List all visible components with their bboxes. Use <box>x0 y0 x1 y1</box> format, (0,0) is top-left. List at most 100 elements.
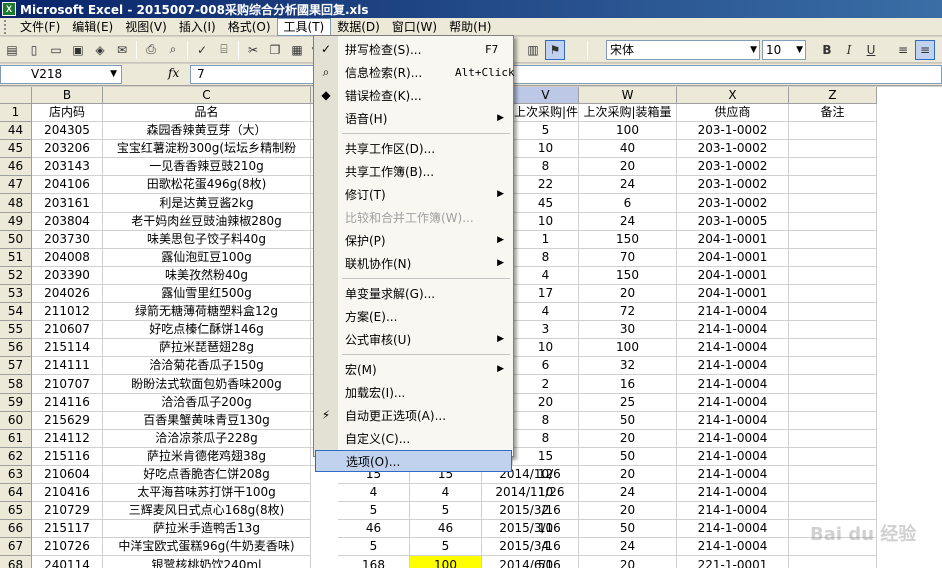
select-all-corner[interactable] <box>0 87 32 104</box>
cell-w[interactable]: 100 <box>579 339 677 357</box>
cell-w[interactable]: 6 <box>579 194 677 213</box>
cell-z[interactable] <box>789 140 877 158</box>
header-cell-b[interactable]: 店内码 <box>32 104 103 122</box>
drawing-icon[interactable]: ⚑ <box>545 40 565 60</box>
cell-c[interactable]: 太平海苔味苏打饼干100g <box>103 484 311 502</box>
cell-c[interactable]: 宝宝红薯淀粉300g(坛坛乡精制粉 <box>103 140 311 158</box>
cell-x[interactable]: 214-1-0004 <box>677 303 789 321</box>
print-icon[interactable]: ⎙ <box>141 40 161 60</box>
cut-icon[interactable]: ✂ <box>243 40 263 60</box>
cell-w[interactable]: 20 <box>579 285 677 303</box>
cell-c[interactable]: 好吃点香脆杏仁饼208g <box>103 466 311 484</box>
cell-z[interactable] <box>789 375 877 394</box>
tools-menu-item-2[interactable]: ⌕ 信息检索(R)... Alt+Click <box>315 61 515 83</box>
menu-3[interactable]: 视图(V) <box>119 18 173 36</box>
insert-function-icon[interactable]: fx <box>168 66 179 80</box>
row-header[interactable]: 59 <box>0 394 32 412</box>
cell-v[interactable]: 1 <box>513 231 579 249</box>
cell-r[interactable]: 5 <box>338 538 410 556</box>
cell-v[interactable]: 4 <box>513 303 579 321</box>
tools-menu-item-8[interactable]: 修订(T) ▶ <box>315 183 512 205</box>
row-header[interactable]: 50 <box>0 231 32 249</box>
cell-w[interactable]: 24 <box>579 538 677 556</box>
menu-6[interactable]: 工具(T) <box>276 17 332 36</box>
row-header[interactable]: 65 <box>0 502 32 520</box>
column-header-v[interactable]: V <box>513 87 579 104</box>
cell-c[interactable]: 百香果蟹黄味青豆130g <box>103 412 311 430</box>
cell-s[interactable]: 5 <box>410 502 482 520</box>
menu-4[interactable]: 插入(I) <box>173 18 222 36</box>
cell-b[interactable]: 210729 <box>32 502 103 520</box>
cell-v[interactable]: 4 <box>513 267 579 285</box>
cell-b[interactable]: 203143 <box>32 158 103 176</box>
cell-c[interactable]: 三辉麦风日式点心168g(8枚) <box>103 502 311 520</box>
chart-wizard-icon[interactable]: ▥ <box>523 40 543 60</box>
cell-z[interactable] <box>789 412 877 430</box>
tools-menu-item-11[interactable]: 联机协作(N) ▶ <box>315 252 512 274</box>
cell-s[interactable]: 5 <box>410 538 482 556</box>
row-header[interactable]: 47 <box>0 176 32 194</box>
cell-x[interactable]: 214-1-0004 <box>677 466 789 484</box>
menu-9[interactable]: 帮助(H) <box>443 18 497 36</box>
cell-b[interactable]: 203804 <box>32 213 103 231</box>
cell-x[interactable]: 214-1-0004 <box>677 412 789 430</box>
row-header[interactable]: 62 <box>0 448 32 466</box>
cell-x[interactable]: 221-1-0001 <box>677 556 789 568</box>
cell-b[interactable]: 215629 <box>32 412 103 430</box>
cell-v[interactable]: 3 <box>513 321 579 339</box>
row-header[interactable]: 66 <box>0 520 32 538</box>
copy-icon[interactable]: ❐ <box>265 40 285 60</box>
cell-x[interactable]: 204-1-0001 <box>677 249 789 267</box>
cell-s[interactable]: 4 <box>410 484 482 502</box>
cell-c[interactable]: 老干妈肉丝豆豉油辣椒280g <box>103 213 311 231</box>
cell-z[interactable] <box>789 357 877 375</box>
header-cell-c[interactable]: 品名 <box>103 104 311 122</box>
cell-x[interactable]: 204-1-0001 <box>677 231 789 249</box>
menu-8[interactable]: 窗口(W) <box>386 18 443 36</box>
cell-b[interactable]: 211012 <box>32 303 103 321</box>
cell-c[interactable]: 洽洽凉茶瓜子228g <box>103 430 311 448</box>
cell-b[interactable]: 214112 <box>32 430 103 448</box>
cell-v[interactable]: 2 <box>513 375 579 394</box>
cell-z[interactable] <box>789 194 877 213</box>
row-header[interactable]: 51 <box>0 249 32 267</box>
cell-c[interactable]: 味美思包子饺子料40g <box>103 231 311 249</box>
cell-b[interactable]: 215116 <box>32 448 103 466</box>
row-header[interactable]: 55 <box>0 321 32 339</box>
cell-x[interactable]: 214-1-0004 <box>677 339 789 357</box>
cell-b[interactable]: 204026 <box>32 285 103 303</box>
cell-v[interactable]: 8 <box>513 158 579 176</box>
cell-c[interactable]: 洽洽菊花香瓜子150g <box>103 357 311 375</box>
cell-s[interactable]: 46 <box>410 520 482 538</box>
cell-w[interactable]: 150 <box>579 231 677 249</box>
tools-menu-item-3[interactable]: ◆ 错误检查(K)... <box>315 84 512 106</box>
cell-x[interactable]: 214-1-0004 <box>677 448 789 466</box>
chevron-down-icon[interactable]: ▼ <box>110 66 117 83</box>
cell-x[interactable]: 214-1-0004 <box>677 484 789 502</box>
tools-menu-item-20[interactable]: 自定义(C)... <box>315 427 512 449</box>
row-header[interactable]: 60 <box>0 412 32 430</box>
formula-input[interactable]: 7 <box>190 65 942 84</box>
cell-c[interactable]: 萨拉米手造鸭舌13g <box>103 520 311 538</box>
tools-menu-item-7[interactable]: 共享工作簿(B)... <box>315 160 512 182</box>
cell-w[interactable]: 24 <box>579 176 677 194</box>
row-header[interactable]: 54 <box>0 303 32 321</box>
row-header[interactable]: 45 <box>0 140 32 158</box>
cell-b[interactable]: 214111 <box>32 357 103 375</box>
cell-v[interactable]: 20 <box>513 394 579 412</box>
cell-v[interactable]: 10 <box>513 140 579 158</box>
menu-5[interactable]: 格式(O) <box>222 18 277 36</box>
cell-v[interactable]: 8 <box>513 412 579 430</box>
row-header[interactable]: 67 <box>0 538 32 556</box>
open-icon[interactable]: ▭ <box>46 40 66 60</box>
cell-w[interactable]: 20 <box>579 502 677 520</box>
cell-c[interactable]: 一见香香辣豆豉210g <box>103 158 311 176</box>
header-cell-w[interactable]: 上次采购|装箱量 <box>579 104 677 122</box>
cell-z[interactable] <box>789 466 877 484</box>
cell-r[interactable]: 46 <box>338 520 410 538</box>
tools-menu-item-13[interactable]: 单变量求解(G)... <box>315 282 512 304</box>
cell-b[interactable]: 204008 <box>32 249 103 267</box>
cell-b[interactable]: 210607 <box>32 321 103 339</box>
spelling-icon[interactable]: ✓ <box>192 40 212 60</box>
header-cell-z[interactable]: 备注 <box>789 104 877 122</box>
